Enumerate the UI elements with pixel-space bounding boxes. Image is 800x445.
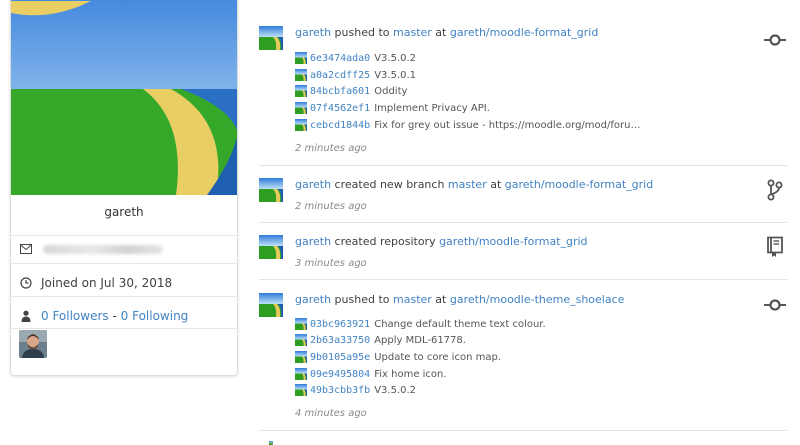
commit-avatar (295, 102, 307, 114)
commit-sha[interactable]: a0a2cdff25 (310, 70, 370, 81)
repo-link[interactable]: gareth/moodle-format_grid (439, 235, 587, 248)
followers-link[interactable]: 0 Followers (41, 309, 109, 323)
commit-sha[interactable]: 07f4562ef1 (310, 103, 370, 114)
profile-card: gareth Joined on Jul 30, 2018 0 Follower… (10, 0, 238, 376)
mail-icon (19, 242, 33, 256)
at-text: at (431, 293, 450, 306)
divider (259, 430, 787, 431)
action-text: created repository (331, 235, 440, 248)
following-link[interactable]: 0 Following (121, 309, 189, 323)
action-text: created new branch (331, 178, 448, 191)
commit-avatar (295, 318, 307, 330)
commit-message: V3.5.0.2 (374, 52, 417, 64)
commit-message: Oddity (374, 85, 408, 97)
user-link[interactable]: gareth (295, 293, 331, 306)
repo-link[interactable]: gareth/moodle-format_grid (450, 26, 598, 39)
branch-link[interactable]: master (393, 26, 432, 39)
commit-avatar (295, 52, 307, 64)
commit-row: 6e3474ada0 V3.5.0.2 (295, 51, 416, 65)
at-text: at (431, 26, 450, 39)
git-commit-icon (764, 294, 786, 316)
commit-message: Update to core icon map. (374, 351, 501, 363)
at-text: at (486, 178, 505, 191)
commit-avatar (295, 119, 307, 131)
divider (259, 222, 787, 223)
user-link[interactable]: gareth (295, 178, 331, 191)
commit-row: 09e9495804 Fix home icon. (295, 367, 447, 381)
commit-row: 03bc963921 Change default theme text colo… (295, 317, 546, 331)
commit-message: Change default theme text colour. (374, 318, 546, 330)
commit-message: Apply MDL-61778. (374, 334, 466, 346)
user-link[interactable]: gareth (295, 235, 331, 248)
branch-link[interactable]: master (448, 178, 487, 191)
divider (11, 328, 237, 329)
divider (11, 263, 237, 264)
commit-message: Fix for grey out issue - https://moodle.… (374, 119, 641, 131)
divider (259, 279, 787, 280)
commit-avatar (295, 351, 307, 363)
user-avatar[interactable] (259, 26, 283, 50)
repo-link[interactable]: gareth/moodle-format_grid (505, 178, 653, 191)
commit-row: 07f4562ef1 Implement Privacy API. (295, 101, 490, 115)
timestamp: 2 minutes ago (295, 201, 367, 212)
commit-avatar (295, 384, 307, 396)
action-text: pushed to (331, 26, 394, 39)
user-avatar[interactable] (259, 235, 283, 259)
commit-message: Fix home icon. (374, 368, 447, 380)
commit-row: 2b63a33750 Apply MDL-61778. (295, 333, 466, 347)
profile-avatar[interactable] (11, 0, 238, 195)
feed-headline: gareth pushed to master at gareth/moodle… (295, 26, 598, 40)
commit-sha[interactable]: 2b63a33750 (310, 335, 370, 346)
commit-row: 9b0105a95e Update to core icon map. (295, 350, 501, 364)
joined-date: Joined on Jul 30, 2018 (41, 276, 173, 290)
commit-message: V3.5.0.2 (374, 384, 417, 396)
joined-row: Joined on Jul 30, 2018 (19, 273, 172, 293)
commit-avatar (295, 69, 307, 81)
timestamp: 3 minutes ago (295, 258, 367, 269)
commit-message: Implement Privacy API. (374, 102, 490, 114)
feed-headline: gareth created repository gareth/moodle-… (295, 235, 588, 249)
email-row (19, 239, 163, 259)
action-text: pushed to (331, 293, 394, 306)
commit-sha[interactable]: 9b0105a95e (310, 352, 370, 363)
commit-avatar (295, 334, 307, 346)
clock-icon (19, 276, 33, 290)
divider (259, 165, 787, 166)
follower-avatar[interactable] (19, 330, 47, 358)
user-avatar[interactable] (259, 441, 283, 445)
email-blurred (43, 244, 163, 254)
commit-row: a0a2cdff25 V3.5.0.1 (295, 68, 416, 82)
feed-headline: gareth created new branch master at gare… (295, 178, 653, 192)
person-icon (19, 309, 33, 323)
feed-headline: gareth pushed to master at gareth/moodle… (295, 293, 624, 307)
profile-username: gareth (104, 205, 144, 219)
commit-row: 49b3cbb3fb V3.5.0.2 (295, 383, 416, 397)
user-avatar[interactable] (259, 178, 283, 202)
git-commit-icon (764, 29, 786, 51)
git-branch-icon (764, 179, 786, 201)
repo-link[interactable]: gareth/moodle-theme_shoelace (450, 293, 625, 306)
user-link[interactable]: gareth (295, 26, 331, 39)
followers-row: 0 Followers - 0 Following (19, 306, 188, 326)
divider (11, 296, 237, 297)
repo-icon (764, 236, 786, 258)
commit-sha[interactable]: 03bc963921 (310, 319, 370, 330)
commit-sha[interactable]: 49b3cbb3fb (310, 385, 370, 396)
commit-row: cebcd1844b Fix for grey out issue - https… (295, 118, 640, 132)
commit-sha[interactable]: 84bcbfa601 (310, 86, 370, 97)
commit-avatar (295, 85, 307, 97)
follow-separator: - (108, 309, 121, 323)
timestamp: 2 minutes ago (295, 143, 367, 154)
branch-link[interactable]: master (393, 293, 432, 306)
commit-sha[interactable]: 6e3474ada0 (310, 53, 370, 64)
commit-row: 84bcbfa601 Oddity (295, 84, 407, 98)
commit-message: V3.5.0.1 (374, 69, 417, 81)
timestamp: 4 minutes ago (295, 408, 367, 419)
divider (11, 235, 237, 236)
user-avatar[interactable] (259, 293, 283, 317)
commit-sha[interactable]: cebcd1844b (310, 120, 370, 131)
commit-avatar (295, 368, 307, 380)
commit-sha[interactable]: 09e9495804 (310, 369, 370, 380)
